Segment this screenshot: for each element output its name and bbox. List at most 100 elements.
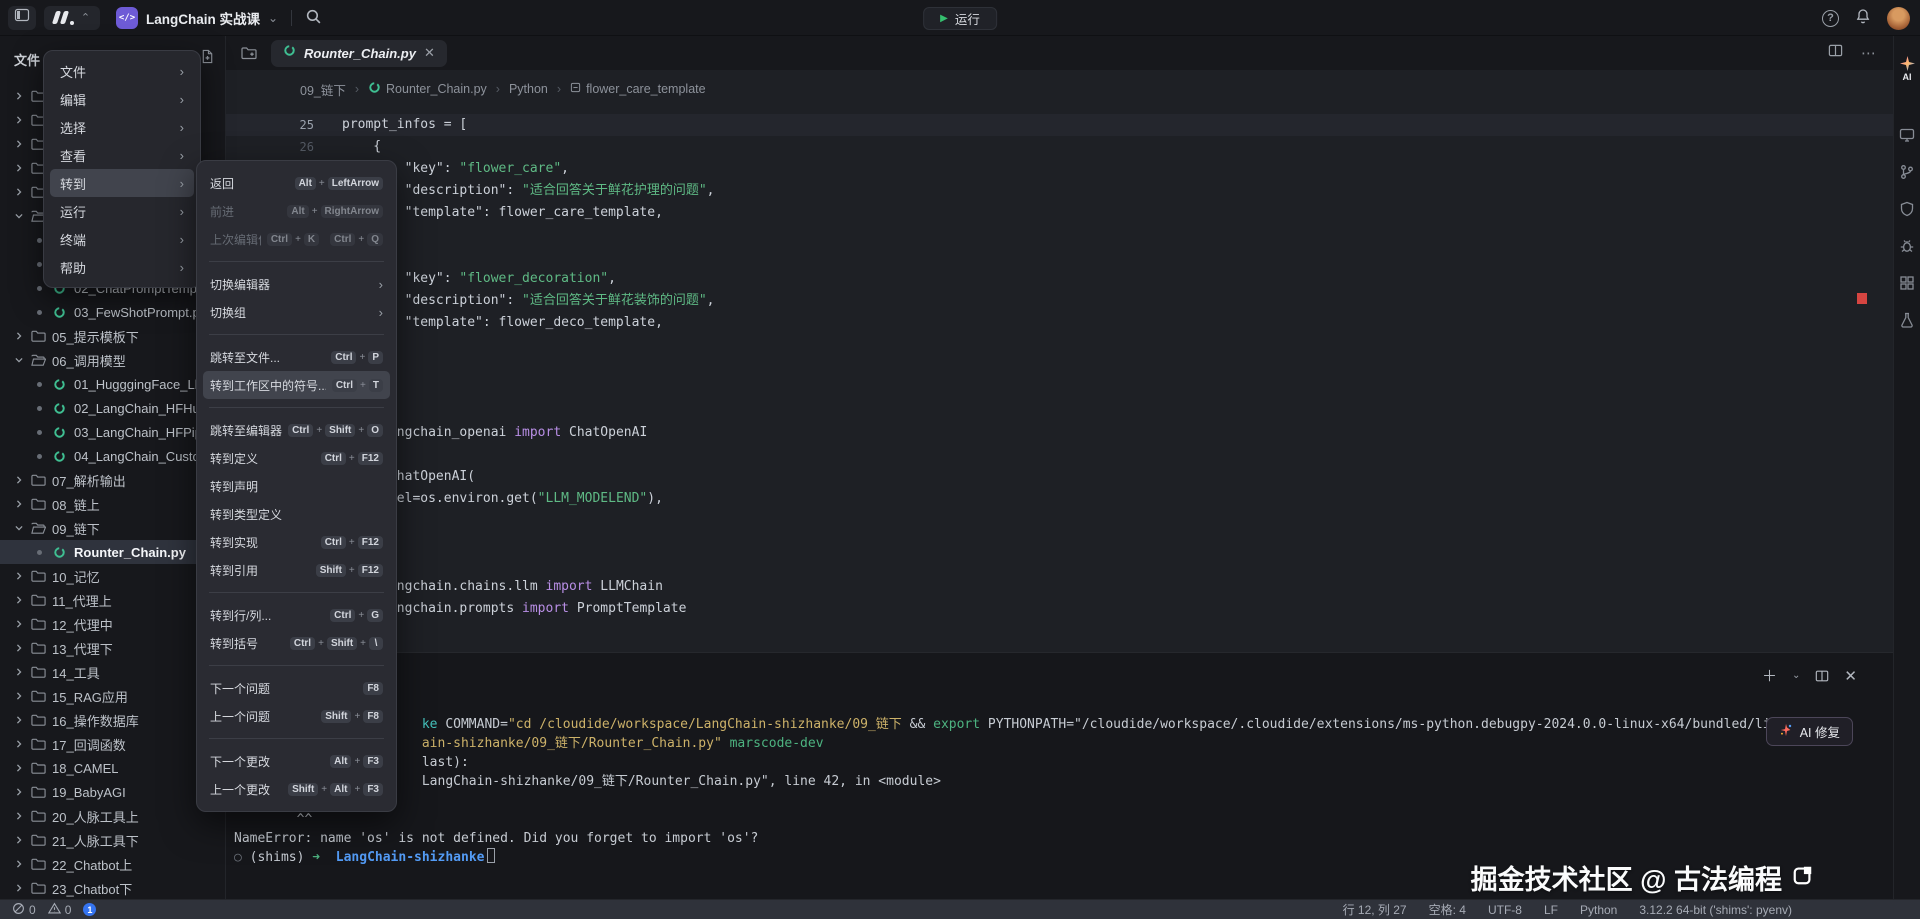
breadcrumb-item[interactable]: Python [509, 82, 548, 96]
code-line[interactable]: 33 "description": "适合回答关于鲜花装饰的问题", [226, 290, 1893, 312]
workspace-switcher[interactable]: </> LangChain 实战课 ⌄ [116, 7, 278, 29]
code-line[interactable]: 47from langchain.prompts import PromptTe… [226, 598, 1893, 620]
tree-folder-row[interactable]: 09_链下 [0, 516, 225, 540]
tree-folder-row[interactable]: 20_人脉工具上 [0, 804, 225, 828]
tree-file-row[interactable]: 04_LangChain_CustomLLM.py [0, 444, 225, 468]
menu-item[interactable]: 终端› [50, 225, 194, 253]
submenu-item[interactable]: 切换编辑器› [203, 270, 390, 298]
chevron-down-icon[interactable]: ⌄ [1792, 670, 1800, 681]
tree-folder-row[interactable]: 19_BabyAGI [0, 780, 225, 804]
code-line[interactable]: 37 [226, 378, 1893, 400]
tree-folder-row[interactable]: 08_链上 [0, 492, 225, 516]
code-line[interactable]: 31 { [226, 246, 1893, 268]
code-line[interactable]: 43) [226, 510, 1893, 532]
new-editor-icon[interactable] [241, 46, 257, 60]
bell-icon[interactable] [1855, 8, 1871, 29]
git-branch-icon[interactable] [1899, 164, 1915, 180]
code-line[interactable]: 41llm = ChatOpenAI( [226, 466, 1893, 488]
submenu-item[interactable]: 转到括号Ctrl+Shift+\ [203, 629, 390, 657]
close-icon[interactable]: ✕ [424, 45, 435, 61]
user-avatar[interactable] [1887, 7, 1910, 30]
menu-item[interactable]: 编辑› [50, 85, 194, 113]
tab-rounter-chain[interactable]: Rounter_Chain.py ✕ [271, 40, 447, 67]
code-line[interactable]: 36] [226, 356, 1893, 378]
help-icon[interactable]: ? [1822, 10, 1839, 27]
bug-icon[interactable] [1899, 238, 1915, 254]
code-line[interactable]: 25prompt_infos = [ [226, 114, 1893, 136]
new-file-icon[interactable] [200, 49, 215, 69]
language-mode[interactable]: Python [1580, 901, 1617, 918]
run-button[interactable]: ▶ 运行 [923, 7, 997, 30]
app-logo-button[interactable]: ⌃ [44, 6, 100, 30]
menu-item[interactable]: 运行› [50, 197, 194, 225]
menu-item[interactable]: 文件› [50, 57, 194, 85]
tree-folder-row[interactable]: 06_调用模型 [0, 348, 225, 372]
submenu-item[interactable]: 上一个问题Shift+F8 [203, 702, 390, 730]
line-number[interactable]: 26 [226, 136, 342, 158]
submenu-item[interactable]: 前进Alt+RightArrow [203, 197, 390, 225]
line-number[interactable]: 25 [226, 114, 342, 136]
submenu-item[interactable]: 转到引用Shift+F12 [203, 556, 390, 584]
submenu-item[interactable]: 转到定义Ctrl+F12 [203, 444, 390, 472]
breadcrumb-item[interactable]: 09_链下 [300, 80, 346, 99]
tree-folder-row[interactable]: 14_工具 [0, 660, 225, 684]
submenu-item[interactable]: 转到类型定义 [203, 500, 390, 528]
split-editor-icon[interactable] [1828, 43, 1843, 63]
submenu-item[interactable]: 跳转至编辑器中的符号...Ctrl+Shift+O [203, 416, 390, 444]
menu-item[interactable]: 转到› [50, 169, 194, 197]
split-terminal-icon[interactable] [1815, 669, 1829, 683]
code-line[interactable]: 46from langchain.chains.llm import LLMCh… [226, 576, 1893, 598]
submenu-item[interactable]: 跳转至文件...Ctrl+P [203, 343, 390, 371]
code-line[interactable]: 26 { [226, 136, 1893, 158]
code-line[interactable]: 29 "template": flower_care_template, [226, 202, 1893, 224]
tree-folder-row[interactable]: 16_操作数据库 [0, 708, 225, 732]
tree-file-row[interactable]: 02_LangChain_HFHub.py [0, 396, 225, 420]
menu-item[interactable]: 选择› [50, 113, 194, 141]
submenu-item[interactable]: 切换组› [203, 298, 390, 326]
submenu-item[interactable]: 上一个更改Shift+Alt+F3 [203, 775, 390, 803]
tree-folder-row[interactable]: 18_CAMEL [0, 756, 225, 780]
menu-item[interactable]: 查看› [50, 141, 194, 169]
close-panel-icon[interactable]: ✕ [1844, 667, 1857, 685]
submenu-item[interactable]: 转到声明 [203, 472, 390, 500]
breadcrumb-item[interactable]: Rounter_Chain.py [368, 81, 487, 97]
tree-folder-row[interactable]: 11_代理上 [0, 588, 225, 612]
submenu-item[interactable]: 转到实现Ctrl+F12 [203, 528, 390, 556]
cursor-position[interactable]: 行 12, 列 27 [1343, 901, 1407, 918]
code-line[interactable]: 40 [226, 444, 1893, 466]
submenu-item[interactable]: 转到工作区中的符号...Ctrl+T [203, 371, 390, 399]
tree-folder-row[interactable]: 22_Chatbot上 [0, 852, 225, 876]
code-line[interactable]: 44 [226, 532, 1893, 554]
code-line[interactable]: 27 "key": "flower_care", [226, 158, 1893, 180]
tree-folder-row[interactable]: 17_回调函数 [0, 732, 225, 756]
extensions-grid-icon[interactable] [1899, 275, 1915, 291]
submenu-item[interactable]: 转到行/列...Ctrl+G [203, 601, 390, 629]
code-line[interactable]: 35 }, [226, 334, 1893, 356]
encoding[interactable]: UTF-8 [1488, 901, 1522, 918]
submenu-item[interactable]: 下一个问题F8 [203, 674, 390, 702]
tree-folder-row[interactable]: 13_代理下 [0, 636, 225, 660]
tree-file-row[interactable]: 01_HugggingFace_Llama.py [0, 372, 225, 396]
tree-folder-row[interactable]: 21_人脉工具下 [0, 828, 225, 852]
sidebar-toggle-button[interactable] [8, 6, 36, 30]
menu-item[interactable]: 帮助› [50, 253, 194, 281]
code-line[interactable]: 30 }, [226, 224, 1893, 246]
submenu-item[interactable]: 返回Alt+LeftArrow [203, 169, 390, 197]
code-line[interactable]: 39from langchain_openai import ChatOpenA… [226, 422, 1893, 444]
shield-icon[interactable] [1899, 201, 1915, 217]
tree-file-row[interactable]: 03_FewShotPrompt.py [0, 300, 225, 324]
tree-folder-row[interactable]: 15_RAG应用 [0, 684, 225, 708]
code-line[interactable]: 28 "description": "适合回答关于鲜花护理的问题", [226, 180, 1893, 202]
code-line[interactable]: 42 model=os.environ.get("LLM_MODELEND"), [226, 488, 1893, 510]
code-line[interactable]: 45 [226, 554, 1893, 576]
indentation[interactable]: 空格: 4 [1429, 901, 1466, 918]
notification-badge[interactable]: 1 [83, 903, 96, 916]
tree-folder-row[interactable]: 12_代理中 [0, 612, 225, 636]
tree-folder-row[interactable]: 23_Chatbot下 [0, 876, 225, 899]
ai-assistant-button[interactable]: AI [1900, 56, 1915, 82]
breadcrumb-item[interactable]: flower_care_template [570, 82, 706, 96]
eol-sequence[interactable]: LF [1544, 901, 1558, 918]
code-lines[interactable]: 25prompt_infos = [26 {27 "key": "flower_… [226, 108, 1893, 620]
tree-folder-row[interactable]: 07_解析输出 [0, 468, 225, 492]
new-terminal-icon[interactable]: ＋ [1762, 665, 1777, 686]
